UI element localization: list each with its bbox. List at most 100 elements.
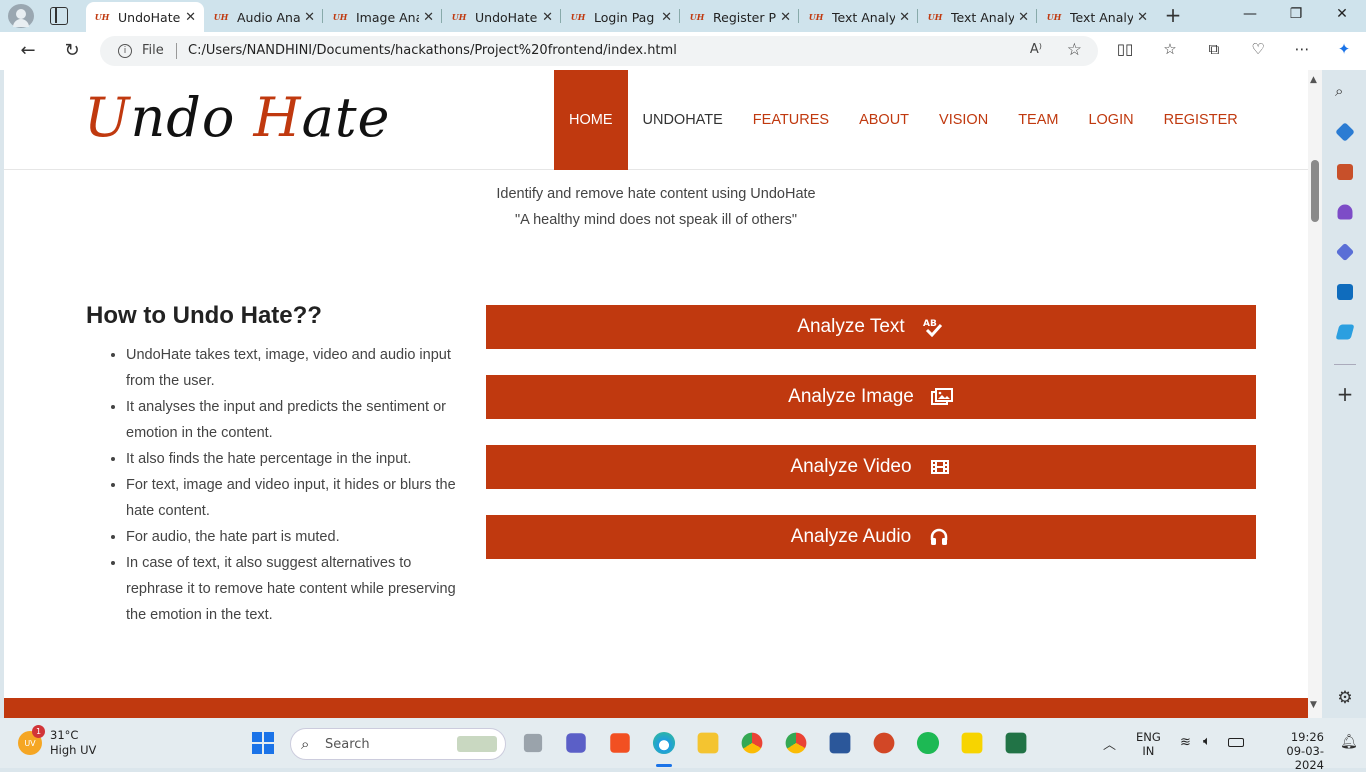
scroll-up-icon[interactable]: ▲ <box>1310 75 1317 85</box>
tab-login-page[interactable]: UH Login Pag ✕ <box>562 2 680 32</box>
close-tab-icon[interactable]: ✕ <box>1137 10 1148 25</box>
tab-undohate-2[interactable]: UH UndoHate ✕ <box>443 2 561 32</box>
tab-divider <box>798 9 799 23</box>
tab-text-analysis-3[interactable]: UH Text Analy ✕ <box>1038 2 1156 32</box>
new-tab-icon[interactable]: + <box>1162 4 1184 26</box>
address-divider <box>176 43 177 59</box>
edge-browser-icon[interactable] <box>652 731 676 755</box>
scroll-down-icon[interactable]: ▼ <box>1310 700 1317 710</box>
close-tab-icon[interactable]: ✕ <box>899 10 910 25</box>
close-tab-icon[interactable]: ✕ <box>780 10 791 25</box>
browser-essentials-icon[interactable]: ♡ <box>1247 40 1269 58</box>
undohate-favicon-icon: UH <box>1046 12 1062 22</box>
close-tab-icon[interactable]: ✕ <box>542 10 553 25</box>
profile-icon[interactable] <box>8 4 34 28</box>
sticky-notes-icon[interactable] <box>961 732 983 754</box>
powerpoint-icon[interactable] <box>873 732 895 754</box>
favorite-star-icon[interactable]: ☆ <box>1067 40 1082 60</box>
battery-icon[interactable] <box>1228 738 1244 747</box>
tab-register-page[interactable]: UH Register P ✕ <box>681 2 799 32</box>
tab-text-analysis-2[interactable]: UH Text Analy ✕ <box>919 2 1037 32</box>
refresh-icon[interactable]: ↻ <box>61 40 83 61</box>
analyze-text-button[interactable]: Analyze Text AB <box>486 305 1256 349</box>
search-icon[interactable]: ⌕ <box>1335 82 1355 102</box>
spellcheck-icon: AB <box>921 317 945 337</box>
chevron-up-icon[interactable]: ︿ <box>1103 734 1116 753</box>
nav-features[interactable]: FEATURES <box>738 70 844 170</box>
microsoft-store-icon[interactable] <box>610 733 630 753</box>
language-indicator[interactable]: ENG IN <box>1136 730 1161 758</box>
undohate-favicon-icon: UH <box>808 12 824 22</box>
more-options-icon[interactable]: ⋯ <box>1291 40 1313 58</box>
logo-letter-h: H <box>253 86 302 149</box>
address-bar[interactable]: i File C:/Users/NANDHINI/Documents/hacka… <box>100 36 1098 66</box>
list-item: For audio, the hate part is muted. <box>126 524 466 550</box>
add-icon[interactable]: + <box>1335 384 1355 404</box>
spotify-icon[interactable] <box>916 731 940 755</box>
volume-icon[interactable]: 🔈︎ <box>1203 734 1211 749</box>
page-scrollbar[interactable]: ▲ ▼ <box>1308 70 1322 718</box>
nav-team[interactable]: TEAM <box>1003 70 1073 170</box>
address-url[interactable]: C:/Users/NANDHINI/Documents/hackathons/P… <box>188 43 677 58</box>
shopping-icon[interactable] <box>1335 122 1355 142</box>
microsoft-365-icon[interactable] <box>1335 242 1355 262</box>
task-view-icon[interactable] <box>523 733 543 753</box>
tab-text-analysis[interactable]: UH Text Analy ✕ <box>800 2 918 32</box>
nav-home[interactable]: HOME <box>554 70 628 170</box>
copilot-icon[interactable]: ✦ <box>1333 40 1355 58</box>
close-tab-icon[interactable]: ✕ <box>1018 10 1029 25</box>
windows-start-icon[interactable] <box>252 732 274 754</box>
nav-login[interactable]: LOGIN <box>1073 70 1148 170</box>
film-icon <box>928 457 952 477</box>
info-icon[interactable]: i <box>118 44 132 58</box>
close-tab-icon[interactable]: ✕ <box>423 10 434 25</box>
chrome-profile-icon[interactable] <box>785 732 807 754</box>
wifi-icon[interactable]: ≋ <box>1180 735 1191 750</box>
analyze-video-button[interactable]: Analyze Video <box>486 445 1256 489</box>
chrome-icon[interactable] <box>741 732 763 754</box>
svg-text:AB: AB <box>923 319 937 329</box>
nav-undohate[interactable]: UNDOHATE <box>628 70 738 170</box>
close-tab-icon[interactable]: ✕ <box>185 10 196 25</box>
address-toolbar: ← ↻ i File C:/Users/NANDHINI/Documents/h… <box>0 32 1366 70</box>
weather-sun-icon: UV 1 <box>18 725 45 755</box>
undohate-logo[interactable]: Undo Hate <box>84 86 391 150</box>
notification-badge: 1 <box>32 725 45 738</box>
tools-icon[interactable] <box>1337 164 1353 180</box>
undohate-favicon-icon: UH <box>689 12 705 22</box>
taskbar-search-input[interactable]: ⌕ Search <box>290 728 506 760</box>
close-window-icon[interactable]: ✕ <box>1332 6 1352 22</box>
analyze-image-button[interactable]: Analyze Image <box>486 375 1256 419</box>
weather-widget[interactable]: UV 1 31°C High UV <box>18 725 96 758</box>
scrollbar-thumb[interactable] <box>1311 160 1319 222</box>
split-screen-icon[interactable]: ▯▯ <box>1114 40 1136 58</box>
settings-gear-icon[interactable]: ⚙ <box>1335 688 1355 708</box>
minimize-icon[interactable]: — <box>1240 6 1260 22</box>
excel-icon[interactable] <box>1005 732 1027 754</box>
restore-icon[interactable]: ❐ <box>1286 6 1306 22</box>
tab-audio-analysis[interactable]: UH Audio Ana ✕ <box>205 2 323 32</box>
close-tab-icon[interactable]: ✕ <box>304 10 315 25</box>
word-icon[interactable] <box>829 732 851 754</box>
tab-actions-icon[interactable] <box>50 7 68 25</box>
nav-register[interactable]: REGISTER <box>1149 70 1253 170</box>
notifications-icon[interactable]: 🔔︎ <box>1340 734 1358 750</box>
tab-image-analysis[interactable]: UH Image Ana ✕ <box>324 2 442 32</box>
close-tab-icon[interactable]: ✕ <box>661 10 672 25</box>
favorites-icon[interactable]: ☆ <box>1159 40 1181 58</box>
logo-letter-u: U <box>84 86 131 149</box>
collections-icon[interactable]: ⧉ <box>1203 40 1225 58</box>
outlook-icon[interactable] <box>1337 284 1353 300</box>
drop-icon[interactable] <box>1335 324 1355 340</box>
teams-meet-icon[interactable] <box>566 733 586 753</box>
back-icon[interactable]: ← <box>17 40 39 61</box>
file-explorer-icon[interactable] <box>697 732 719 754</box>
nav-vision[interactable]: VISION <box>924 70 1003 170</box>
read-aloud-icon[interactable]: A⁾ <box>1030 42 1042 57</box>
nav-about[interactable]: ABOUT <box>844 70 924 170</box>
analyze-audio-button[interactable]: Analyze Audio <box>486 515 1256 559</box>
active-app-indicator <box>656 764 672 767</box>
games-icon[interactable] <box>1337 204 1353 220</box>
tab-undohate[interactable]: UH UndoHate ✕ <box>86 2 204 32</box>
clock[interactable]: 19:26 09-03-2024 <box>1258 730 1324 772</box>
